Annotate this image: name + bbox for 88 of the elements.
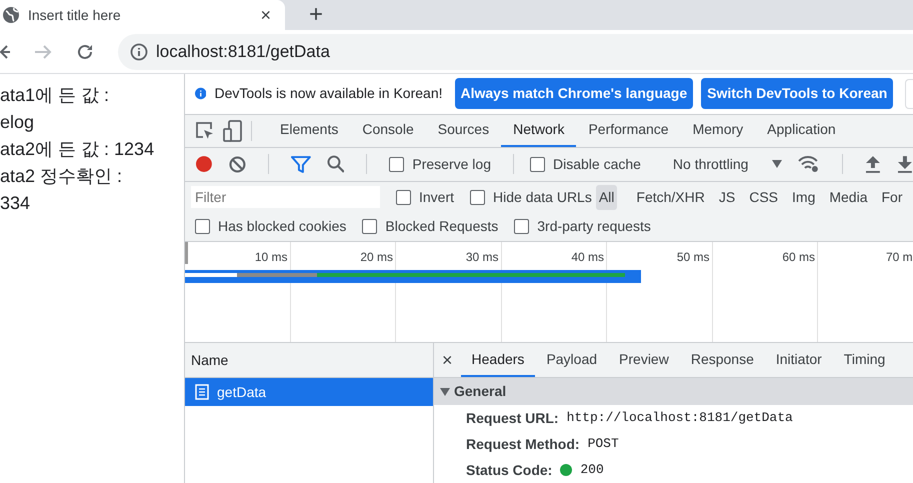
resource-type-filter[interactable]: All <box>596 184 618 210</box>
checkbox[interactable] <box>470 190 486 205</box>
language-button[interactable]: Switch DevTools to Korean <box>701 78 894 110</box>
header-name: Status Code: <box>466 460 552 480</box>
record-icon[interactable] <box>195 155 213 174</box>
section-title: General <box>454 382 506 401</box>
upload-icon[interactable] <box>865 155 882 174</box>
tick-label: 40 ms <box>571 250 604 264</box>
column-header[interactable]: Name <box>185 343 433 378</box>
devtools-tab[interactable]: Memory <box>680 114 756 147</box>
back-arrow-icon <box>0 42 10 60</box>
checkbox-label: Hide data URLs <box>493 188 592 207</box>
checkbox-label: Has blocked cookies <box>218 217 346 236</box>
checkbox[interactable] <box>362 219 378 234</box>
close-button[interactable]: × <box>438 351 457 369</box>
devtools-tab[interactable]: Application <box>755 114 848 147</box>
checkbox-label: Disable cache <box>552 154 641 174</box>
request-name: getData <box>217 382 266 402</box>
status-dot-icon <box>560 464 572 476</box>
header-name: Request Method: <box>466 434 580 454</box>
address-field[interactable]: localhost:8181/getData <box>118 34 913 70</box>
checkbox[interactable] <box>514 219 530 234</box>
tick-label: 50 ms <box>676 250 710 264</box>
device-toolbar-icon[interactable] <box>223 120 243 142</box>
infobar-message: DevTools is now available in Korean! <box>214 84 442 104</box>
language-button[interactable]: Always match Chrome's language <box>454 78 694 110</box>
page-text: ata2에 든 값 : 1234 <box>0 138 156 161</box>
checkbox-label: Preserve log <box>412 154 491 174</box>
devtools-tab[interactable]: Sources <box>426 114 502 147</box>
resource-type-filter[interactable]: Img <box>789 184 818 210</box>
details-tab[interactable]: Initiator <box>764 343 833 377</box>
browser-tab[interactable]: Insert title here × <box>0 0 285 30</box>
devtools-tab[interactable]: Console <box>350 114 426 147</box>
caret-icon <box>772 160 782 168</box>
range-marker <box>185 242 188 264</box>
wifi-settings-icon[interactable] <box>798 155 820 174</box>
download-icon[interactable] <box>897 155 913 174</box>
page-text: elog <box>0 111 36 134</box>
header-name: Request URL: <box>466 408 559 428</box>
document-icon <box>195 384 209 400</box>
checkbox-label: Invert <box>419 188 454 207</box>
section-header[interactable]: General <box>434 378 913 405</box>
header-value: 200 <box>580 461 604 480</box>
details-tab[interactable]: Response <box>680 343 765 377</box>
details-tab[interactable]: Timing <box>832 343 896 377</box>
reload-button[interactable] <box>76 42 94 60</box>
checkbox[interactable] <box>396 190 411 205</box>
tick-label: 60 ms <box>782 250 815 264</box>
checkbox-label: 3rd-party requests <box>537 217 651 236</box>
tick-label: 10 ms <box>254 250 288 264</box>
forward-arrow-icon <box>34 42 52 60</box>
close-tab-button[interactable]: × <box>256 6 275 24</box>
filter-icon[interactable] <box>290 156 311 173</box>
resource-type-filter[interactable]: Fetch/XHR <box>633 184 708 210</box>
info-icon <box>130 42 148 60</box>
tick-label: 30 ms <box>466 250 498 264</box>
checkbox[interactable] <box>389 156 404 172</box>
reload-icon <box>76 42 94 60</box>
devtools-tab[interactable]: Elements <box>268 114 350 147</box>
new-tab-button[interactable]: + <box>303 3 330 27</box>
checkbox-label: Blocked Requests <box>385 217 498 236</box>
url-text: localhost:8181/getData <box>156 40 330 63</box>
page-text: ata1에 든 값 : <box>0 84 110 107</box>
tick-label: 20 ms <box>360 250 393 264</box>
checkbox[interactable] <box>195 219 210 234</box>
request-row[interactable]: getData <box>185 378 433 406</box>
tick-label: 70 m <box>886 250 913 264</box>
devtools-tab[interactable]: Performance <box>576 114 681 147</box>
page-text: 334 <box>0 192 32 215</box>
inspect-icon[interactable] <box>195 120 215 141</box>
details-tab[interactable]: Payload <box>535 343 608 377</box>
caret-icon <box>440 388 450 396</box>
search-icon[interactable] <box>326 155 344 174</box>
checkbox[interactable] <box>530 156 545 172</box>
back-button[interactable] <box>0 42 10 60</box>
header-value: http://localhost:8181/getData <box>566 409 793 428</box>
throttling-select[interactable]: No throttling <box>672 154 782 175</box>
resource-type-filter[interactable]: CSS <box>746 184 782 210</box>
filter-field[interactable]: Filter <box>191 186 380 208</box>
header-value: POST <box>588 435 619 454</box>
tab-title: Insert title here <box>28 6 122 24</box>
resource-type-filter[interactable]: Media <box>826 184 870 210</box>
clear-icon[interactable] <box>228 156 246 173</box>
resource-type-filter[interactable]: JS <box>716 184 738 210</box>
globe-icon <box>2 6 20 24</box>
details-tab[interactable]: Preview <box>608 343 680 377</box>
page-text: ata2 정수확인 : <box>0 165 124 188</box>
resource-type-filter[interactable]: For <box>878 184 906 210</box>
